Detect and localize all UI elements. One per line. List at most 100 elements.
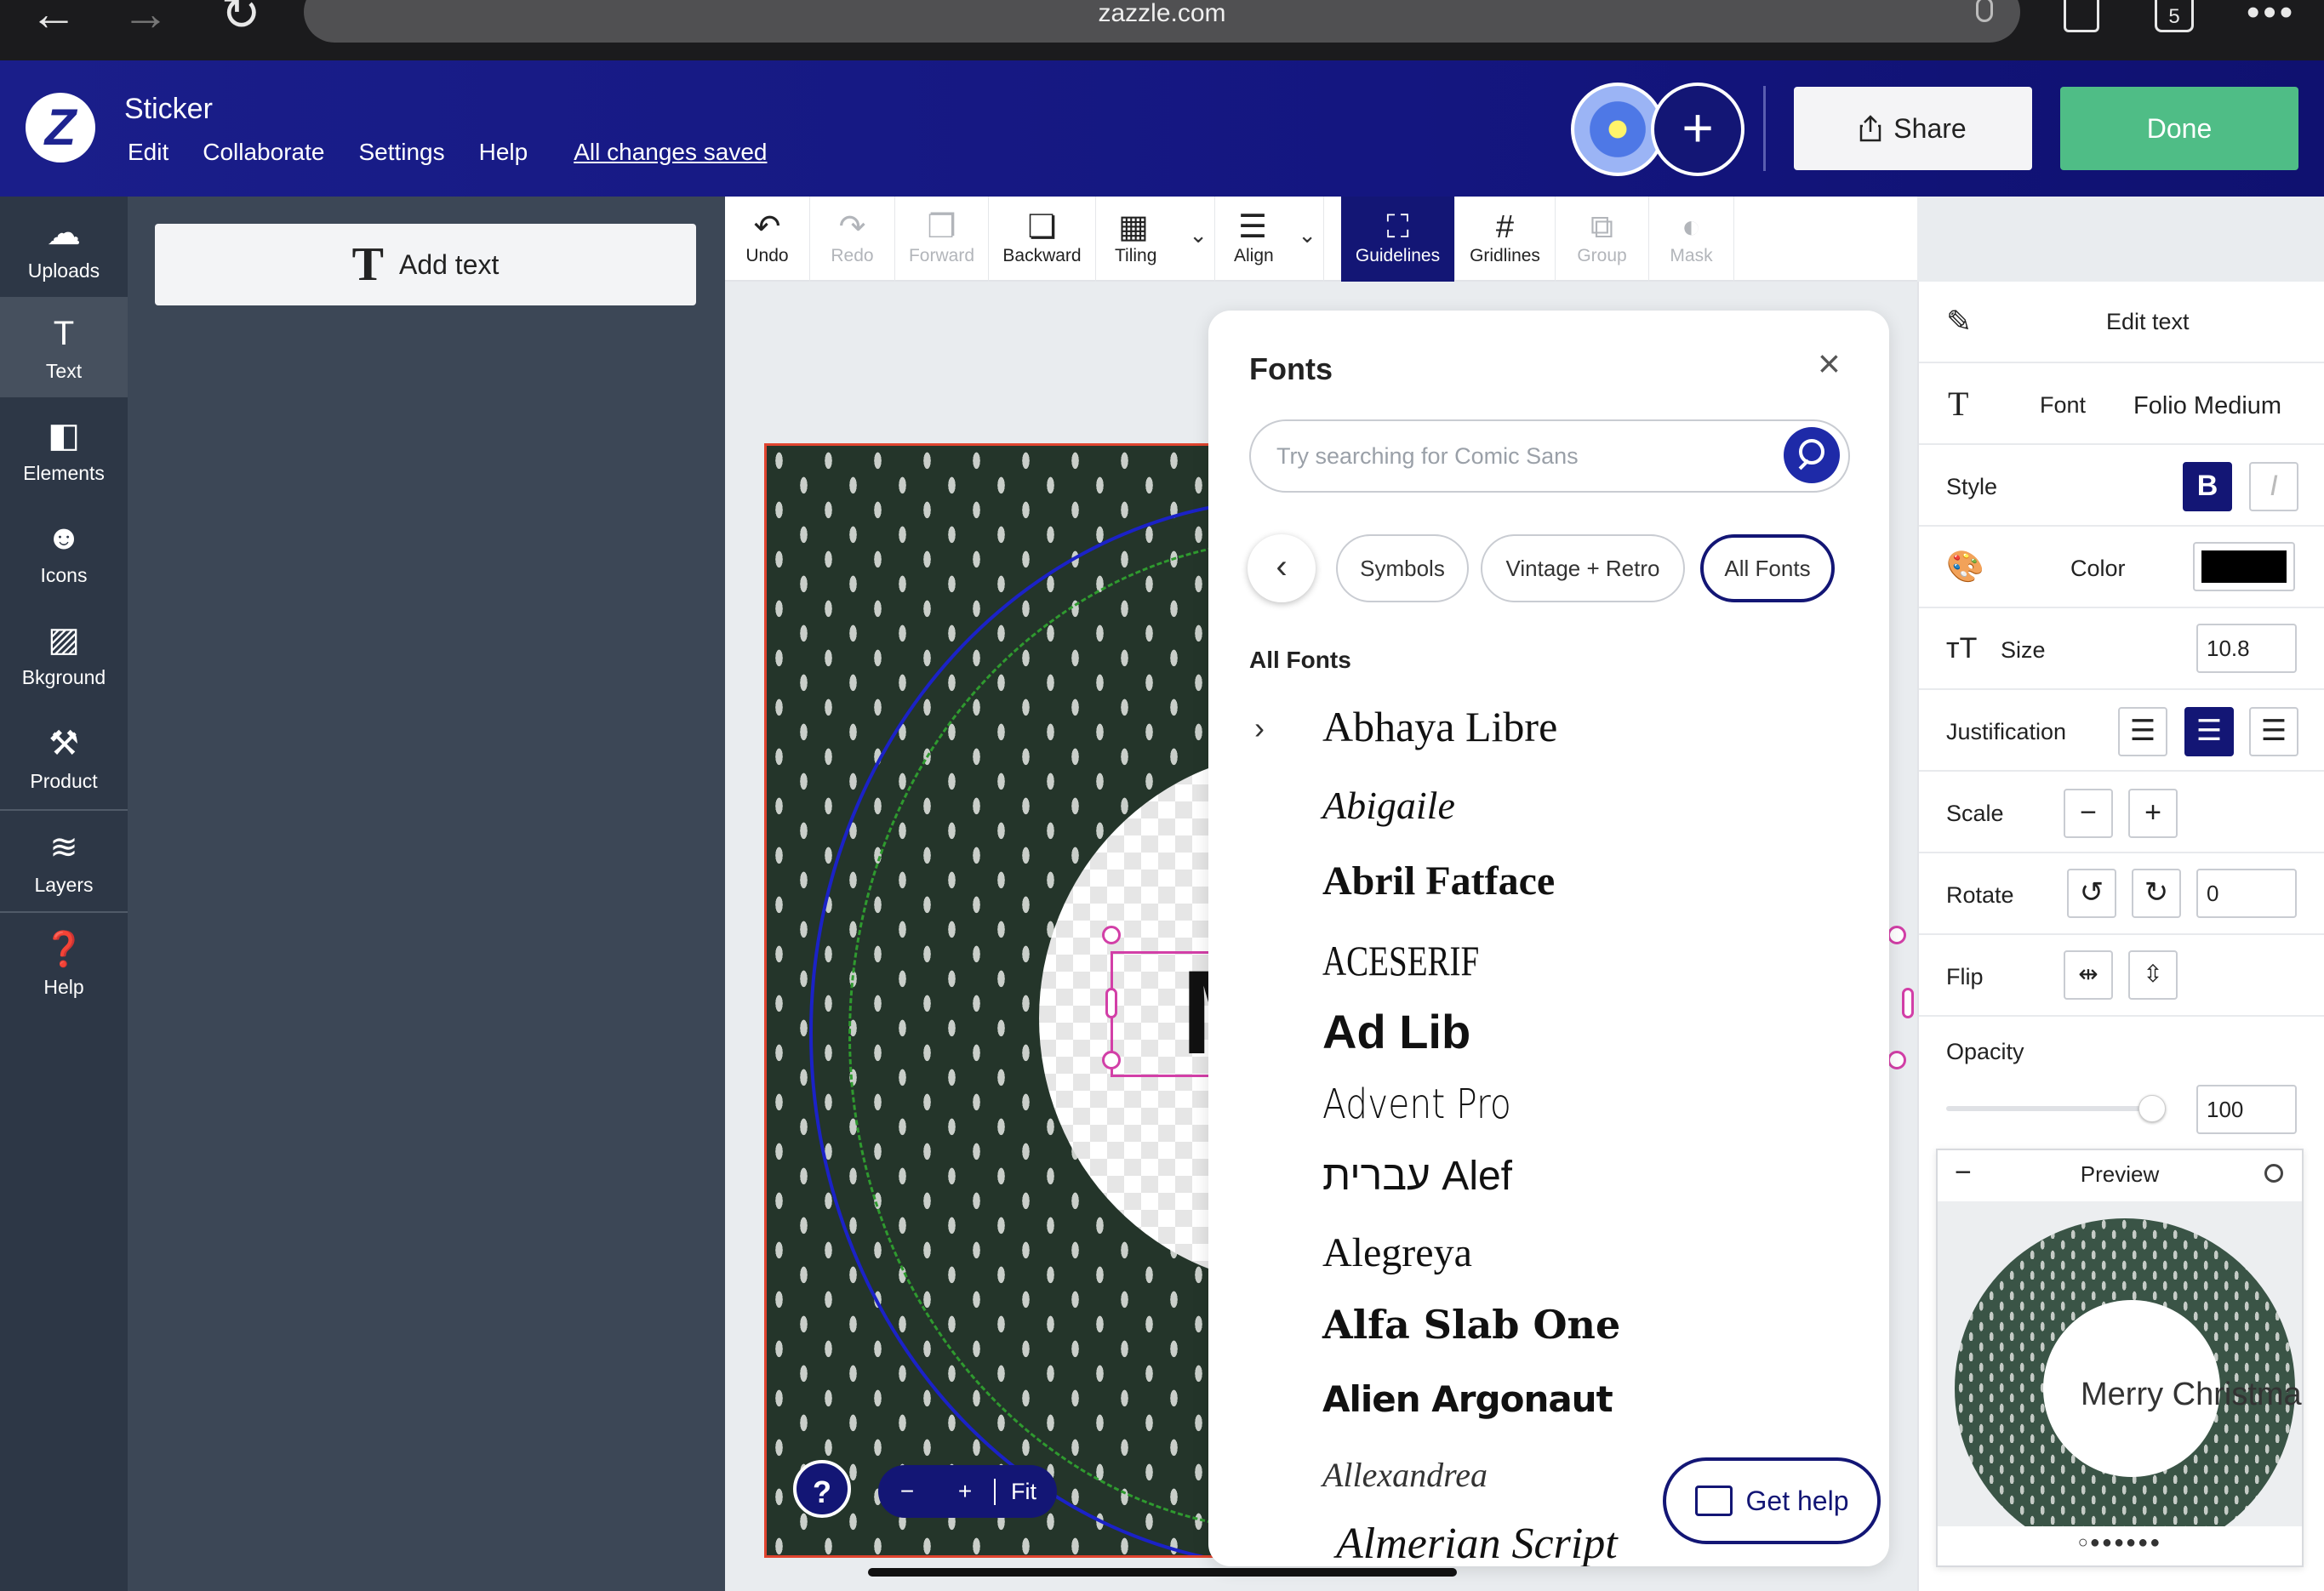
rail-elements[interactable]: ◧ Elements [0,399,128,499]
tab-count-button[interactable]: 5 [2155,0,2194,32]
chip-symbols[interactable]: Symbols [1336,534,1469,602]
rotate-input[interactable] [2196,869,2297,918]
zoom-in-button[interactable]: + [936,1478,994,1505]
menu-help[interactable]: Help [479,139,528,166]
opacity-input[interactable] [2196,1085,2297,1134]
share-sheet-icon[interactable] [2064,0,2099,32]
font-option[interactable]: Abril Fatface [1322,858,1555,904]
scale-down-button[interactable]: − [2064,789,2113,838]
preview-image[interactable]: Merry Christmas [1938,1201,2302,1526]
zoom-fit-button[interactable]: Fit [994,1478,1052,1505]
font-option[interactable]: Ad Lib [1322,1004,1470,1059]
rail-uploads[interactable]: ☁ Uploads [0,197,128,297]
zoom-preview-icon[interactable] [2264,1164,2283,1183]
flip-horizontal-icon[interactable]: ⇹ [2064,950,2113,1000]
italic-button[interactable]: I [2249,462,2298,511]
undo-button[interactable]: ↶ Undo [725,197,810,282]
save-status-link[interactable]: All changes saved [574,139,767,166]
sticker-design[interactable]: M [764,443,1241,1558]
add-text-button[interactable]: T Add text [155,224,696,305]
canvas-help-button[interactable]: ? [793,1460,851,1518]
bold-button[interactable]: B [2183,462,2232,511]
font-search-input[interactable] [1249,419,1850,493]
scale-up-button[interactable]: + [2128,789,2178,838]
color-label: Color [2070,556,2126,581]
zoom-out-button[interactable]: − [878,1478,936,1505]
font-icon: T [1948,385,1969,423]
zazzle-logo[interactable]: Z [26,93,95,163]
align-right-icon[interactable]: ☰ [2249,707,2298,756]
font-option[interactable]: Alien Argonaut [1322,1378,1613,1420]
font-row[interactable]: T Font Folio Medium [1919,363,2324,445]
microphone-icon[interactable] [1976,0,1993,22]
reload-icon[interactable]: ↻ [211,0,271,37]
color-swatch-button[interactable] [2193,542,2295,591]
font-option[interactable]: Alegreya [1322,1229,1472,1276]
font-option[interactable]: עברית Alef [1322,1153,1512,1200]
resize-handle[interactable] [1887,926,1906,944]
resize-handle[interactable] [1902,988,1914,1018]
rotate-right-icon[interactable]: ↻ [2132,869,2181,918]
share-button[interactable]: Share [1794,87,2032,170]
done-button[interactable]: Done [2060,87,2298,170]
font-option[interactable]: ACESERIF [1322,936,1479,985]
rotate-left-icon[interactable]: ↺ [2067,869,2116,918]
redo-button[interactable]: ↷ Redo [810,197,895,282]
font-option[interactable]: Allexandrea [1322,1455,1487,1495]
align-left-icon[interactable]: ☰ [2118,707,2167,756]
menu-settings[interactable]: Settings [358,139,444,166]
rail-text[interactable]: T Text [0,297,128,397]
font-option[interactable]: Almerian Script [1336,1519,1618,1566]
chevron-down-icon[interactable]: ⌄ [1298,222,1316,248]
group-button[interactable]: ⧉ Group [1556,197,1649,282]
guidelines-button[interactable]: ⛶ Guidelines [1341,197,1455,282]
resize-handle[interactable] [1105,988,1117,1018]
opacity-slider-track[interactable] [1946,1106,2157,1111]
address-bar[interactable]: zazzle.com [304,0,2020,43]
preview-pagination[interactable]: ○●●●●●● [1938,1533,2302,1553]
chevron-right-icon[interactable]: › [1254,710,1265,746]
rail-label: Layers [34,874,94,896]
rail-help[interactable]: ❓ Help [0,913,128,1013]
menu-edit[interactable]: Edit [128,139,168,166]
resize-handle[interactable] [1102,926,1121,944]
get-help-button[interactable]: Get help [1663,1457,1881,1544]
search-icon[interactable] [1784,427,1840,483]
font-option[interactable]: Advent Pro [1322,1081,1511,1128]
more-options-icon[interactable]: ••• [2247,0,2296,31]
chevron-down-icon[interactable]: ⌄ [1189,222,1208,248]
chip-vintage-retro[interactable]: Vintage + Retro [1481,534,1685,602]
rail-product[interactable]: ⚒ Product [0,707,128,807]
arrow-left-icon[interactable]: ← [24,0,83,37]
rail-layers[interactable]: ≋ Layers [0,811,128,911]
resize-handle[interactable] [1102,1051,1121,1069]
rail-icons[interactable]: ☻ Icons [0,501,128,602]
send-backward-button[interactable]: ❏ Backward [989,197,1096,282]
font-option[interactable]: Abigaile [1322,783,1455,828]
scale-label: Scale [1946,801,2004,826]
preview-header: − Preview [1938,1150,2302,1198]
opacity-slider-thumb[interactable] [2138,1095,2166,1122]
font-option[interactable]: Abhaya Libre [1322,702,1557,751]
close-icon[interactable]: × [1818,344,1841,383]
gridlines-button[interactable]: # Gridlines [1455,197,1556,282]
collapse-preview-button[interactable]: − [1955,1150,1972,1195]
share-icon [1860,115,1881,142]
font-value[interactable]: Folio Medium [2133,392,2281,420]
font-option[interactable]: Alfa Slab One [1322,1302,1620,1348]
align-button[interactable]: ☰ Align ⌄ [1215,197,1324,282]
add-collaborator-button[interactable]: + [1651,83,1744,176]
chip-all-fonts[interactable]: All Fonts [1700,534,1835,602]
guidelines-icon: ⛶ [1386,209,1409,245]
chevron-left-icon[interactable]: ‹ [1248,534,1316,602]
rail-background[interactable]: ▨ Bkground [0,603,128,704]
size-input[interactable] [2196,624,2297,673]
menu-collaborate[interactable]: Collaborate [203,139,324,166]
arrow-right-icon[interactable]: → [116,0,175,37]
align-center-icon[interactable]: ☰ [2184,707,2234,756]
mask-button[interactable]: ◐ Mask [1649,197,1734,282]
tiling-button[interactable]: ▦ Tiling ⌄ [1096,197,1215,282]
resize-handle[interactable] [1887,1051,1906,1069]
flip-vertical-icon[interactable]: ⇳ [2128,950,2178,1000]
bring-forward-button[interactable]: ❐ Forward [895,197,989,282]
